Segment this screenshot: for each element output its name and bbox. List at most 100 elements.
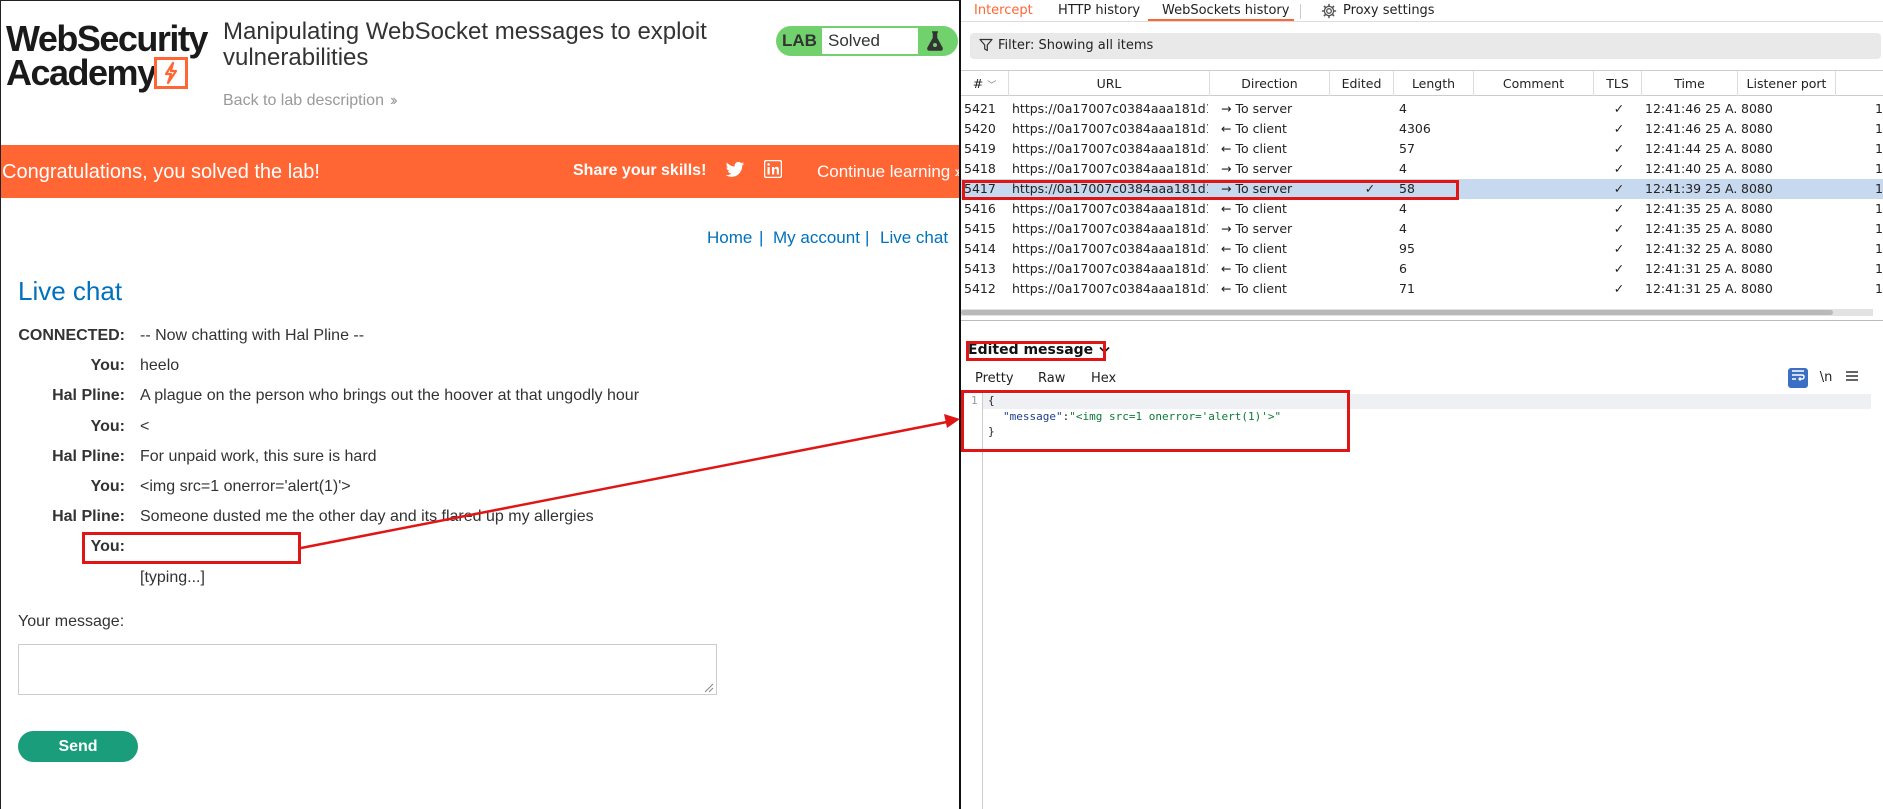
tab-intercept[interactable]: Intercept xyxy=(974,3,1033,18)
table-cell-dir: → To server xyxy=(1221,101,1293,116)
table-cell-comment xyxy=(1479,259,1589,279)
table-cell-comment xyxy=(1479,119,1589,139)
table-cell-time: 12:41:35 25 A... xyxy=(1645,221,1737,236)
show-newlines-toggle[interactable]: \n xyxy=(1816,368,1836,388)
nav-live-chat-link[interactable]: Live chat xyxy=(880,228,948,248)
column-header-number[interactable]: # ﹀ xyxy=(961,71,1009,96)
table-cell-time: 12:41:31 25 A... xyxy=(1645,281,1737,296)
tab-websockets-history[interactable]: WebSockets history xyxy=(1162,3,1289,18)
code-line: "message":"<img src=1 onerror='alert(1)'… xyxy=(1003,410,1281,423)
continue-learning-label: Continue learning xyxy=(817,162,951,181)
gear-icon[interactable] xyxy=(1321,3,1337,19)
table-cell-comment xyxy=(1479,179,1589,199)
message-editor[interactable]: 1 { "message":"<img src=1 onerror='alert… xyxy=(961,392,1883,809)
table-cell-url: https://0a17007c0384aaa181d134ec00... xyxy=(1012,121,1208,136)
json-key: "message" xyxy=(1003,410,1063,423)
table-cell-tls: ✓ xyxy=(1613,101,1625,116)
double-chevron-right-icon: ›› xyxy=(389,92,397,109)
column-header-edited[interactable]: Edited xyxy=(1330,71,1394,96)
message-view-label: Edited message xyxy=(968,342,1094,358)
table-cell-len: 58 xyxy=(1399,181,1415,196)
column-header-comment[interactable]: Comment xyxy=(1474,71,1594,96)
table-cell-edited xyxy=(1355,159,1385,179)
table-cell-dir: ← To client xyxy=(1221,261,1287,276)
sort-chevron-down-icon: ﹀ xyxy=(987,81,997,91)
table-cell-edited xyxy=(1355,219,1385,239)
chat-sender: Hal Pline: xyxy=(52,447,125,465)
chat-log: CONNECTED: -- Now chatting with Hal Pline… xyxy=(1,323,901,595)
academy-logo[interactable]: WebSecurity Academy xyxy=(6,21,208,97)
table-row[interactable]: 5414 https://0a17007c0384aaa181d134ec00..… xyxy=(961,239,1883,259)
tab-raw[interactable]: Raw xyxy=(1038,371,1065,386)
table-row[interactable]: 5413 https://0a17007c0384aaa181d134ec00..… xyxy=(961,259,1883,279)
table-cell-extra: 1 xyxy=(1875,241,1883,256)
table-cell-url: https://0a17007c0384aaa181d134ec00... xyxy=(1012,101,1208,116)
filter-bar[interactable]: Filter: Showing all items xyxy=(970,33,1881,59)
word-wrap-icon[interactable] xyxy=(1788,368,1808,388)
table-cell-edited xyxy=(1355,199,1385,219)
column-header-url[interactable]: URL xyxy=(1009,71,1210,96)
line-number: 1 xyxy=(971,394,978,407)
tab-hex[interactable]: Hex xyxy=(1091,371,1116,386)
back-to-lab-description-link[interactable]: Back to lab description ›› xyxy=(223,92,397,110)
nav-my-account-link[interactable]: My account xyxy=(773,228,860,248)
tab-proxy-settings[interactable]: Proxy settings xyxy=(1343,3,1435,18)
table-cell-edited xyxy=(1355,279,1385,299)
column-header-tls[interactable]: TLS xyxy=(1594,71,1642,96)
table-row[interactable]: 5417 https://0a17007c0384aaa181d134ec00..… xyxy=(961,179,1883,199)
chat-sender: Hal Pline: xyxy=(52,508,125,526)
tab-pretty[interactable]: Pretty xyxy=(975,371,1014,386)
web-security-academy-page: WebSecurity Academy Manipulating WebSock… xyxy=(0,0,959,809)
chat-message: heelo xyxy=(140,357,180,375)
table-row[interactable]: 5420 https://0a17007c0384aaa181d134ec00..… xyxy=(961,119,1883,139)
chat-row: You: heelo xyxy=(1,353,901,383)
pane-splitter[interactable] xyxy=(961,320,1883,321)
column-header-time[interactable]: Time xyxy=(1642,71,1738,96)
message-textarea[interactable] xyxy=(18,644,717,695)
table-cell-time: 12:41:35 25 A... xyxy=(1645,201,1737,216)
table-cell-extra: 1 xyxy=(1875,161,1883,176)
table-row[interactable]: 5418 https://0a17007c0384aaa181d134ec00..… xyxy=(961,159,1883,179)
table-header: # ﹀ URL Direction Edited Length Comment … xyxy=(961,71,1883,96)
table-cell-extra: 1 xyxy=(1875,141,1883,156)
nav-home-link[interactable]: Home xyxy=(707,228,752,248)
filter-funnel-icon xyxy=(979,38,993,52)
resize-grip-icon[interactable] xyxy=(702,680,714,693)
table-cell-url: https://0a17007c0384aaa181d134ec00... xyxy=(1012,181,1208,196)
chat-row: You: < xyxy=(1,414,901,444)
chat-message: For unpaid work, this sure is hard xyxy=(140,447,377,465)
table-cell-tls: ✓ xyxy=(1613,161,1625,176)
table-row[interactable]: 5412 https://0a17007c0384aaa181d134ec00..… xyxy=(961,279,1883,299)
table-row[interactable]: 5416 https://0a17007c0384aaa181d134ec00..… xyxy=(961,199,1883,219)
continue-learning-link[interactable]: Continue learning›› xyxy=(817,162,959,182)
table-row[interactable]: 5421 https://0a17007c0384aaa181d134ec00..… xyxy=(961,99,1883,119)
menu-icon[interactable] xyxy=(1842,368,1862,388)
filter-text: Filter: Showing all items xyxy=(998,38,1154,53)
congratulations-text: Congratulations, you solved the lab! xyxy=(2,161,320,183)
table-row[interactable]: 5415 https://0a17007c0384aaa181d134ec00..… xyxy=(961,219,1883,239)
lab-status-badge: LAB Solved xyxy=(776,26,958,56)
table-cell-port: 8080 xyxy=(1741,101,1773,116)
table-cell-url: https://0a17007c0384aaa181d134ec00... xyxy=(1012,261,1208,276)
websockets-history-table: # ﹀ URL Direction Edited Length Comment … xyxy=(961,70,1883,318)
table-cell-extra: 1 xyxy=(1875,181,1883,196)
message-view-dropdown[interactable]: Edited message xyxy=(968,342,1110,358)
code-line: } xyxy=(988,425,995,438)
column-header-label: # xyxy=(972,76,984,91)
tab-http-history[interactable]: HTTP history xyxy=(1058,3,1140,18)
linkedin-icon[interactable] xyxy=(763,159,784,180)
column-header-listener-port[interactable]: Listener port xyxy=(1738,71,1836,96)
table-cell-time: 12:41:46 25 A... xyxy=(1645,121,1737,136)
table-cell-edited xyxy=(1355,239,1385,259)
twitter-icon[interactable] xyxy=(725,161,745,181)
horizontal-scrollbar-thumb[interactable] xyxy=(961,310,1833,315)
table-row[interactable]: 5419 https://0a17007c0384aaa181d134ec00..… xyxy=(961,139,1883,159)
chat-row: You: <img src=1 onerror='alert(1)'> xyxy=(1,474,901,504)
send-button[interactable]: Send xyxy=(18,731,138,762)
table-cell-edited xyxy=(1355,259,1385,279)
flask-icon xyxy=(924,30,946,52)
column-header-direction[interactable]: Direction xyxy=(1210,71,1330,96)
chat-row: CONNECTED: -- Now chatting with Hal Pline… xyxy=(1,323,901,353)
column-header-length[interactable]: Length xyxy=(1394,71,1474,96)
lab-title: Manipulating WebSocket messages to explo… xyxy=(223,18,707,71)
